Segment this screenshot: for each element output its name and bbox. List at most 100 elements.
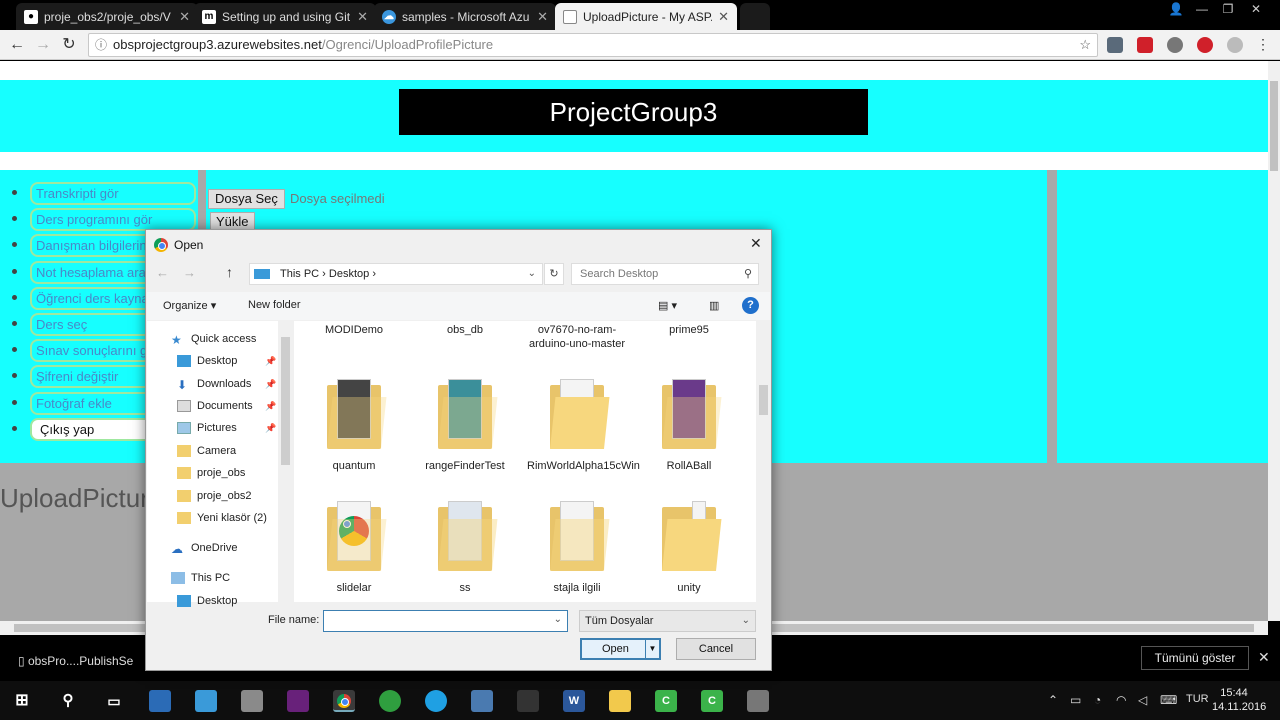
scroll-thumb[interactable] [759, 385, 768, 415]
file-list-scrollbar[interactable] [756, 321, 771, 602]
pin-icon[interactable]: 📌 [265, 423, 276, 434]
tab-close-icon[interactable]: ✕ [179, 9, 190, 25]
folder-item[interactable]: prime95 [639, 323, 739, 337]
app-icon[interactable] [241, 690, 263, 712]
minimize-icon[interactable]: — [1190, 2, 1214, 20]
menu-icon[interactable]: ⋮ [1255, 37, 1271, 53]
file-type-select[interactable]: Tüm Dosyalar ⌄ [579, 610, 756, 632]
open-button[interactable]: Open ▼ [580, 638, 661, 660]
restore-icon[interactable]: ❐ [1216, 2, 1240, 20]
refresh-icon[interactable]: ↻ [544, 263, 564, 285]
preview-pane-icon[interactable]: ▥ [709, 299, 719, 312]
task-view-icon[interactable]: ▭ [103, 690, 125, 712]
clock[interactable]: 15:44 14.11.2016 [1212, 686, 1266, 714]
scroll-thumb[interactable] [1270, 81, 1278, 171]
app-icon[interactable] [747, 690, 769, 712]
word-icon[interactable]: W [563, 690, 585, 712]
reload-icon[interactable]: ↻ [58, 35, 80, 55]
organize-button[interactable]: Organize ▾ [163, 299, 216, 312]
nav-item-pictures[interactable]: Pictures [177, 422, 237, 434]
download-item[interactable]: ▯ obsPro....PublishSe [18, 654, 133, 668]
nav-item-camera[interactable]: Camera [177, 445, 236, 457]
folder-item[interactable]: ss [415, 501, 515, 595]
nav-item-quick-access[interactable]: ★ Quick access [171, 333, 256, 347]
language-indicator[interactable]: TUR [1186, 693, 1209, 705]
app-icon[interactable]: C [655, 690, 677, 712]
file-explorer-icon[interactable] [609, 690, 631, 712]
new-tab-button[interactable] [740, 3, 770, 30]
bookmark-star-icon[interactable]: ☆ [1079, 34, 1091, 56]
dialog-search-input[interactable]: Search Desktop ⚲ [571, 263, 759, 285]
up-folder-icon[interactable]: ↑ [226, 264, 233, 280]
nav-item-onedrive[interactable]: ☁ OneDrive [171, 542, 237, 556]
profile-icon[interactable]: 👤 [1164, 2, 1188, 20]
nav-item-yeni-klasor[interactable]: Yeni klasör (2) [177, 512, 267, 524]
folder-item[interactable]: RimWorldAlpha15cWin [527, 379, 640, 473]
visual-studio-icon[interactable] [287, 690, 309, 712]
grey-extension-icon[interactable] [1227, 37, 1243, 53]
brand-title[interactable]: ProjectGroup3 [399, 89, 868, 135]
red-extension-icon[interactable] [1137, 37, 1153, 53]
nav-item-downloads[interactable]: ⬇ Downloads [177, 378, 251, 392]
dialog-back-forward[interactable]: ←→ [156, 265, 210, 280]
page-vertical-scrollbar[interactable] [1268, 61, 1280, 621]
network-icon[interactable]: ◔ [1094, 693, 1101, 707]
chevron-down-icon[interactable]: ⌄ [528, 264, 536, 284]
pin-icon[interactable]: 📌 [265, 379, 276, 390]
nav-item-proje-obs2[interactable]: proje_obs2 [177, 490, 251, 502]
volume-icon[interactable]: ◁ [1138, 693, 1147, 707]
shield-extension-icon[interactable] [1107, 37, 1123, 53]
lastpass-extension-icon[interactable] [1197, 37, 1213, 53]
back-arrow-icon[interactable]: ← [6, 35, 28, 55]
choose-file-button[interactable]: Dosya Seç [208, 189, 285, 209]
tab-close-icon[interactable]: ✕ [718, 9, 729, 25]
file-name-input[interactable]: ⌄ [323, 610, 568, 632]
unity-icon[interactable] [517, 690, 539, 712]
dialog-close-icon[interactable]: ✕ [750, 235, 762, 252]
app-icon[interactable] [149, 690, 171, 712]
windows-start-icon[interactable]: ⊞ [11, 690, 33, 712]
chrome-icon[interactable] [333, 690, 355, 712]
tab-close-icon[interactable]: ✕ [357, 9, 368, 25]
cloud-extension-icon[interactable] [1167, 37, 1183, 53]
search-icon[interactable]: ⚲ [57, 690, 79, 712]
tab-uploadpicture[interactable]: UploadPicture - My ASP. ✕ [555, 3, 737, 30]
tab-github[interactable]: ● proje_obs2/proje_obs/V ✕ [16, 3, 198, 30]
nav-item-proje-obs[interactable]: proje_obs [177, 467, 245, 479]
chevron-down-icon[interactable]: ⌄ [554, 614, 562, 625]
app-icon[interactable] [471, 690, 493, 712]
cancel-button[interactable]: Cancel [676, 638, 756, 660]
app-icon[interactable] [425, 690, 447, 712]
tab-azure[interactable]: ☁ samples - Microsoft Azu ✕ [374, 3, 556, 30]
pin-icon[interactable]: 📌 [265, 401, 276, 412]
dialog-address-bar[interactable]: This PC › Desktop › ⌄ [249, 263, 543, 285]
folder-item[interactable]: slidelar [304, 501, 404, 595]
app-icon[interactable] [379, 690, 401, 712]
nav-item-desktop[interactable]: Desktop [177, 355, 237, 367]
close-icon[interactable]: ✕ [1258, 649, 1270, 666]
wifi-icon[interactable]: ◠ [1116, 693, 1126, 707]
folder-item[interactable]: ov7670-no-ram-arduino-uno-master [527, 323, 627, 351]
nav-scrollbar[interactable] [278, 321, 293, 602]
new-folder-button[interactable]: New folder [248, 299, 301, 311]
show-all-downloads-button[interactable]: Tümünü göster [1141, 646, 1249, 670]
app-icon[interactable] [195, 690, 217, 712]
tab-close-icon[interactable]: ✕ [537, 9, 548, 25]
folder-item[interactable]: quantum [304, 379, 404, 473]
folder-item[interactable]: RollABall [639, 379, 739, 473]
scroll-thumb[interactable] [281, 337, 290, 465]
folder-item[interactable]: MODIDemo [304, 323, 404, 337]
app-icon[interactable]: C [701, 690, 723, 712]
nav-item-documents[interactable]: Documents [177, 400, 253, 412]
folder-item[interactable]: stajla ilgili [527, 501, 627, 595]
pin-icon[interactable]: 📌 [265, 356, 276, 367]
address-bar[interactable]: ⓘ obsprojectgroup3.azurewebsites.net/Ogr… [88, 33, 1098, 57]
nav-item-desktop-2[interactable]: Desktop [177, 595, 237, 607]
window-close-icon[interactable]: ✕ [1244, 2, 1268, 20]
tab-medium[interactable]: m Setting up and using Git ✕ [194, 3, 376, 30]
tray-chevron-icon[interactable]: ⌃ [1048, 693, 1058, 707]
view-options-icon[interactable]: ▤ ▾ [658, 299, 677, 312]
folder-item[interactable]: obs_db [415, 323, 515, 337]
open-dropdown-arrow-icon[interactable]: ▼ [645, 640, 659, 658]
folder-item[interactable]: unity [639, 501, 739, 595]
